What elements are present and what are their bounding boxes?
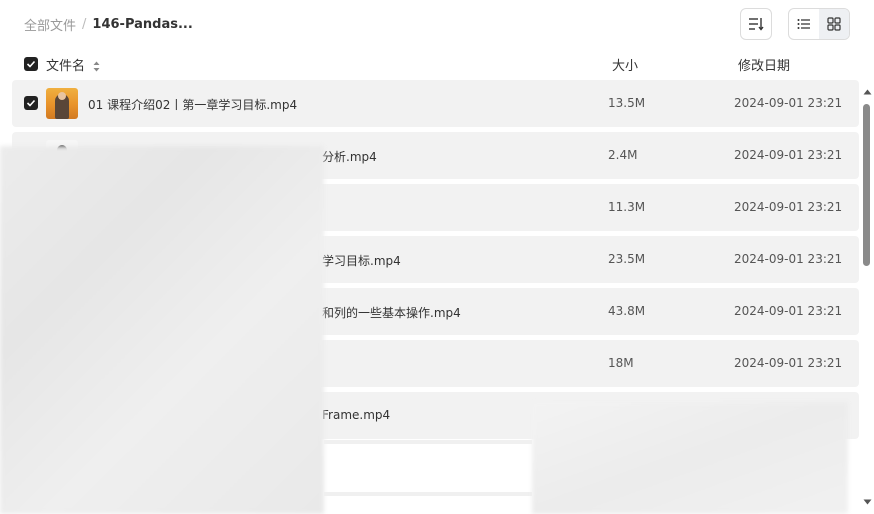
- name-column-label: 文件名: [46, 59, 86, 74]
- check-icon: [26, 99, 36, 107]
- select-all-checkbox[interactable]: [24, 57, 38, 71]
- file-browser: 全部文件 / 146-Pandas... 文件名 大小 修改日期 01 课程介绍…: [0, 0, 874, 514]
- grid-view-icon: [827, 17, 841, 31]
- check-icon: [26, 60, 36, 68]
- date-column-header[interactable]: 修改日期: [738, 55, 790, 74]
- blurred-divider: [324, 492, 532, 496]
- sort-list-icon: [749, 18, 764, 31]
- list-view-icon: [797, 19, 810, 29]
- list-view-button[interactable]: [789, 9, 819, 39]
- sort-button[interactable]: [740, 8, 772, 40]
- file-size: 2.4M: [608, 148, 638, 162]
- file-size: 18M: [608, 356, 634, 370]
- blurred-divider: [324, 440, 532, 444]
- file-size: 43.8M: [608, 304, 646, 318]
- row-checkbox[interactable]: [24, 96, 38, 110]
- file-size: 13.5M: [608, 96, 646, 110]
- file-row[interactable]: 01 课程介绍02丨第一章学习目标.mp4 13.5M 2024-09-01 2…: [12, 80, 859, 127]
- file-date: 2024-09-01 23:21: [734, 96, 843, 110]
- file-size: 11.3M: [608, 200, 646, 214]
- file-name[interactable]: 01 课程介绍02丨第一章学习目标.mp4: [88, 96, 297, 113]
- file-date: 2024-09-01 23:21: [734, 356, 843, 370]
- breadcrumb-root-link[interactable]: 全部文件: [24, 15, 76, 34]
- file-date: 2024-09-01 23:21: [734, 304, 843, 318]
- scroll-up-arrow-icon[interactable]: [861, 86, 873, 98]
- breadcrumb-current-folder: 146-Pandas...: [92, 16, 193, 32]
- blurred-region: [532, 402, 848, 514]
- file-size: 23.5M: [608, 252, 646, 266]
- file-name[interactable]: 分析.mp4: [322, 148, 377, 165]
- file-date: 2024-09-01 23:21: [734, 252, 843, 266]
- blurred-region: [0, 146, 324, 514]
- file-name[interactable]: 和列的一些基本操作.mp4: [322, 304, 461, 321]
- grid-view-button[interactable]: [819, 9, 849, 39]
- file-date: 2024-09-01 23:21: [734, 200, 843, 214]
- view-toggle: [788, 8, 850, 40]
- name-column-header[interactable]: 文件名: [46, 55, 100, 74]
- scroll-down-arrow-icon[interactable]: [861, 496, 873, 508]
- sort-updown-icon: [93, 61, 100, 72]
- file-name[interactable]: Frame.mp4: [322, 408, 390, 422]
- breadcrumb-separator: /: [82, 16, 87, 32]
- video-thumbnail: [46, 88, 78, 119]
- file-date: 2024-09-01 23:21: [734, 148, 843, 162]
- list-header: 文件名 大小 修改日期: [0, 52, 874, 76]
- scrollbar-thumb[interactable]: [863, 104, 870, 266]
- file-name[interactable]: 学习目标.mp4: [322, 252, 401, 269]
- size-column-header[interactable]: 大小: [612, 55, 638, 74]
- breadcrumb: 全部文件 / 146-Pandas...: [24, 14, 193, 34]
- vertical-scrollbar[interactable]: [860, 80, 874, 514]
